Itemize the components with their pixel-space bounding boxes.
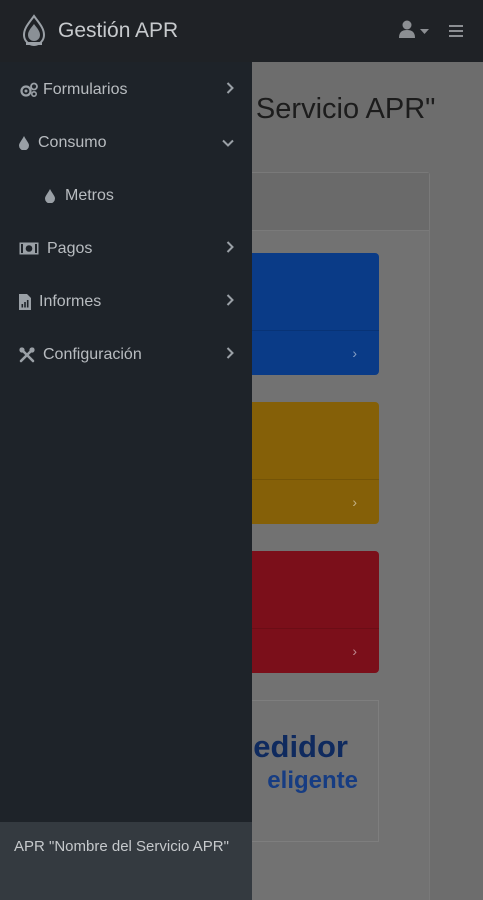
sidebar-item-label: Formularios — [43, 80, 128, 98]
sidebar-item-pagos[interactable]: Pagos — [0, 222, 252, 275]
sidebar: Formularios Consumo Metros Pagos Informe… — [0, 62, 252, 900]
top-navbar: Gestión APR — [0, 0, 483, 62]
sidebar-item-label: Consumo — [38, 133, 107, 151]
chevron-right-icon — [226, 240, 234, 258]
chevron-right-icon — [226, 81, 234, 99]
brand[interactable]: Gestión APR — [20, 13, 178, 49]
tint-icon — [45, 188, 65, 203]
chevron-right-icon: › — [352, 494, 357, 510]
user-menu-button[interactable] — [399, 20, 429, 43]
chevron-right-icon: › — [352, 643, 357, 659]
sidebar-item-label: Pagos — [47, 239, 93, 257]
chevron-right-icon — [226, 346, 234, 364]
sidebar-item-informes[interactable]: Informes — [0, 275, 252, 328]
sidebar-item-label: Configuración — [43, 345, 142, 363]
sidebar-subitem-metros[interactable]: Metros — [0, 169, 252, 222]
chevron-down-icon — [222, 134, 234, 152]
hamburger-icon[interactable] — [449, 25, 463, 37]
sidebar-item-formularios[interactable]: Formularios — [0, 63, 252, 116]
sidebar-item-configuracion[interactable]: Configuración — [0, 328, 252, 381]
cogs-icon — [19, 82, 43, 98]
user-icon — [399, 20, 415, 43]
sidebar-item-label: Metros — [65, 186, 114, 204]
money-bill-icon — [19, 242, 47, 255]
water-drop-logo-icon — [20, 13, 48, 49]
sidebar-footer: APR "Nombre del Servicio APR" — [0, 822, 252, 900]
sidebar-item-consumo[interactable]: Consumo — [0, 116, 252, 169]
app-title: Gestión APR — [58, 19, 179, 42]
tint-icon — [19, 135, 38, 150]
chevron-right-icon — [226, 293, 234, 311]
tools-icon — [19, 346, 43, 363]
caret-down-icon — [420, 22, 429, 40]
chevron-right-icon: › — [352, 345, 357, 361]
file-report-icon — [19, 293, 39, 310]
sidebar-item-label: Informes — [39, 292, 102, 310]
